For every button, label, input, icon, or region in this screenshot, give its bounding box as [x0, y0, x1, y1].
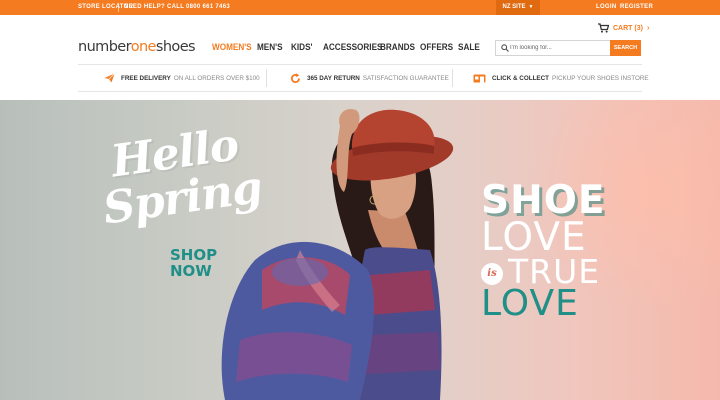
search-button[interactable]: SEARCH	[610, 40, 641, 56]
hero-is-badge: is	[481, 263, 503, 285]
logo-text-shoes: shoes	[155, 39, 196, 55]
usp-click-collect[interactable]: CLICK & COLLECT PICKUP YOUR SHOES INSTOR…	[473, 65, 649, 91]
usp-divider	[266, 69, 267, 87]
nav-mens[interactable]: MEN'S	[257, 42, 283, 54]
search-input[interactable]	[510, 42, 606, 54]
hero-now-cta[interactable]: NOW	[170, 262, 212, 280]
chevron-down-icon: ▼	[528, 4, 534, 10]
usp-title: FREE DELIVERY	[121, 74, 171, 82]
nav-sale[interactable]: SALE	[458, 42, 480, 54]
nav-accessories[interactable]: ACCESSORIES	[323, 42, 382, 54]
nav-brands[interactable]: BRANDS	[380, 42, 415, 54]
region-label: NZ SITE	[502, 4, 526, 10]
paper-plane-icon	[104, 73, 115, 83]
hero-love-text-2: LOVE	[481, 283, 579, 324]
top-utility-bar: STORE LOCATOR NEED HELP? CALL 0800 661 7…	[0, 0, 720, 15]
logo-text-number: number	[78, 39, 131, 55]
usp-detail: ON ALL ORDERS OVER $100	[173, 74, 260, 82]
usp-free-delivery[interactable]: FREE DELIVERY ON ALL ORDERS OVER $100	[104, 65, 260, 91]
usp-title: 365 DAY RETURN	[307, 74, 360, 82]
region-selector[interactable]: NZ SITE ▼	[496, 0, 540, 15]
cart-button[interactable]: CART (3) ›	[598, 22, 649, 34]
search-icon	[501, 44, 509, 52]
usp-divider	[452, 69, 453, 87]
topbar-divider	[118, 3, 119, 12]
nav-offers[interactable]: OFFERS	[420, 42, 453, 54]
hero-banner[interactable]	[0, 100, 720, 400]
search-box: SEARCH	[495, 40, 641, 56]
nav-womens[interactable]: WOMEN'S	[212, 42, 252, 54]
register-link[interactable]: REGISTER	[620, 0, 653, 15]
usp-strip: FREE DELIVERY ON ALL ORDERS OVER $100 36…	[78, 64, 649, 92]
cart-label: CART (3)	[613, 24, 643, 32]
cart-icon	[598, 23, 609, 33]
store-icon	[473, 74, 486, 83]
usp-returns[interactable]: 365 DAY RETURN SATISFACTION GUARANTEE	[290, 65, 449, 91]
brand-logo[interactable]: numberoneshoes	[78, 39, 196, 55]
usp-detail: PICKUP YOUR SHOES INSTORE	[552, 74, 649, 82]
hero-model-image	[221, 108, 454, 400]
logo-text-one: one	[130, 39, 157, 55]
chevron-right-icon: ›	[646, 24, 650, 32]
usp-title: CLICK & COLLECT	[492, 74, 550, 82]
login-link[interactable]: LOGIN	[596, 0, 617, 15]
usp-detail: SATISFACTION GUARANTEE	[362, 74, 449, 82]
nav-kids[interactable]: KIDS'	[291, 42, 312, 54]
help-phone-text: NEED HELP? CALL 0800 661 7463	[124, 4, 230, 10]
return-arrow-icon	[290, 72, 300, 83]
